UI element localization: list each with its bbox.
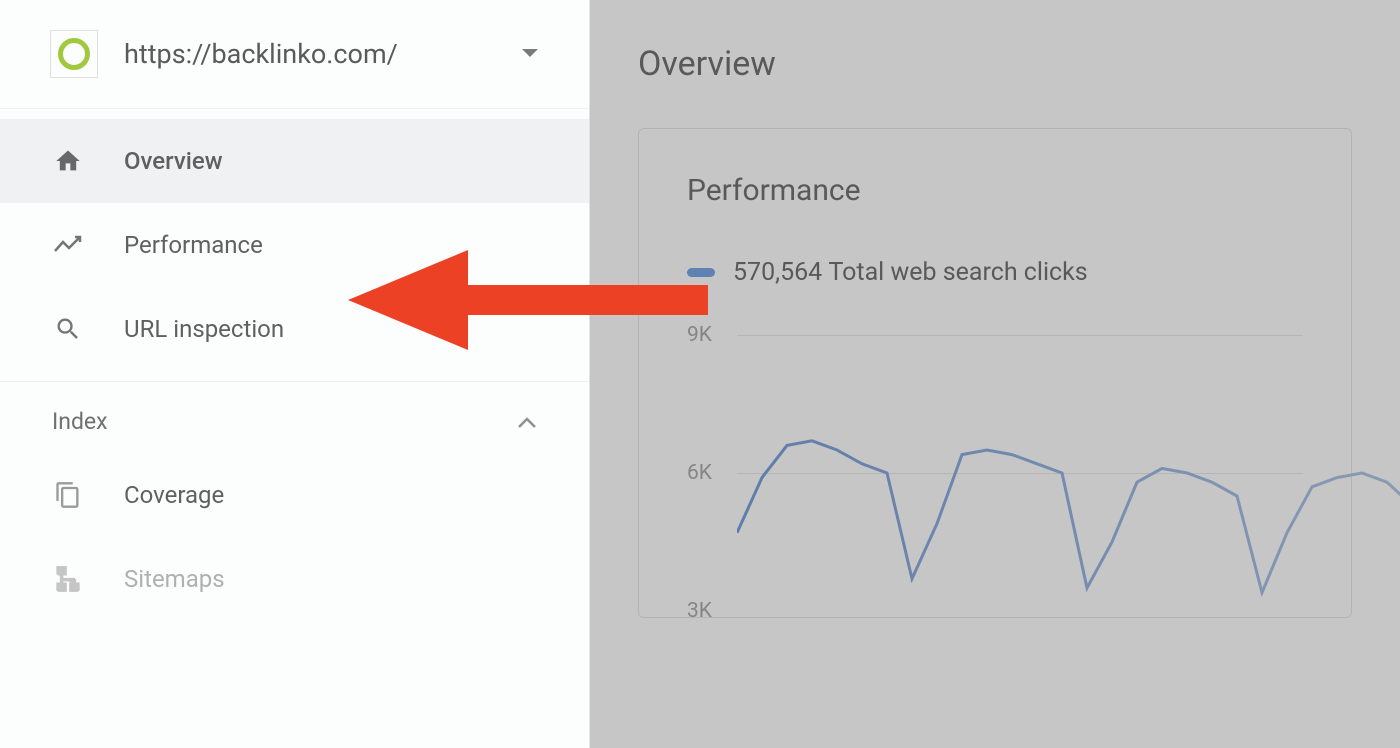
sitemap-icon bbox=[52, 563, 84, 595]
pages-icon bbox=[52, 479, 84, 511]
sidebar-item-url-inspection[interactable]: URL inspection bbox=[0, 287, 589, 371]
trending-icon bbox=[52, 229, 84, 261]
sidebar-section-index[interactable]: Index bbox=[0, 381, 589, 453]
property-selector[interactable]: https://backlinko.com/ bbox=[0, 0, 589, 109]
sidebar-item-label: Sitemaps bbox=[124, 565, 225, 593]
sidebar-item-performance[interactable]: Performance bbox=[0, 203, 589, 287]
property-url: https://backlinko.com/ bbox=[124, 38, 521, 70]
sidebar-item-label: Performance bbox=[124, 231, 263, 259]
sidebar-item-label: Overview bbox=[124, 147, 223, 175]
sidebar-item-coverage[interactable]: Coverage bbox=[0, 453, 589, 537]
chevron-up-icon bbox=[517, 410, 537, 434]
chevron-down-icon bbox=[521, 46, 539, 62]
dimming-overlay bbox=[590, 0, 1400, 748]
section-label: Index bbox=[52, 408, 108, 435]
site-favicon bbox=[50, 30, 98, 78]
home-icon bbox=[52, 145, 84, 177]
sidebar-item-overview[interactable]: Overview bbox=[0, 119, 589, 203]
sidebar-item-label: URL inspection bbox=[124, 315, 284, 343]
sidebar-item-label: Coverage bbox=[124, 481, 224, 509]
sidebar-item-sitemaps[interactable]: Sitemaps bbox=[0, 537, 589, 621]
search-icon bbox=[52, 313, 84, 345]
